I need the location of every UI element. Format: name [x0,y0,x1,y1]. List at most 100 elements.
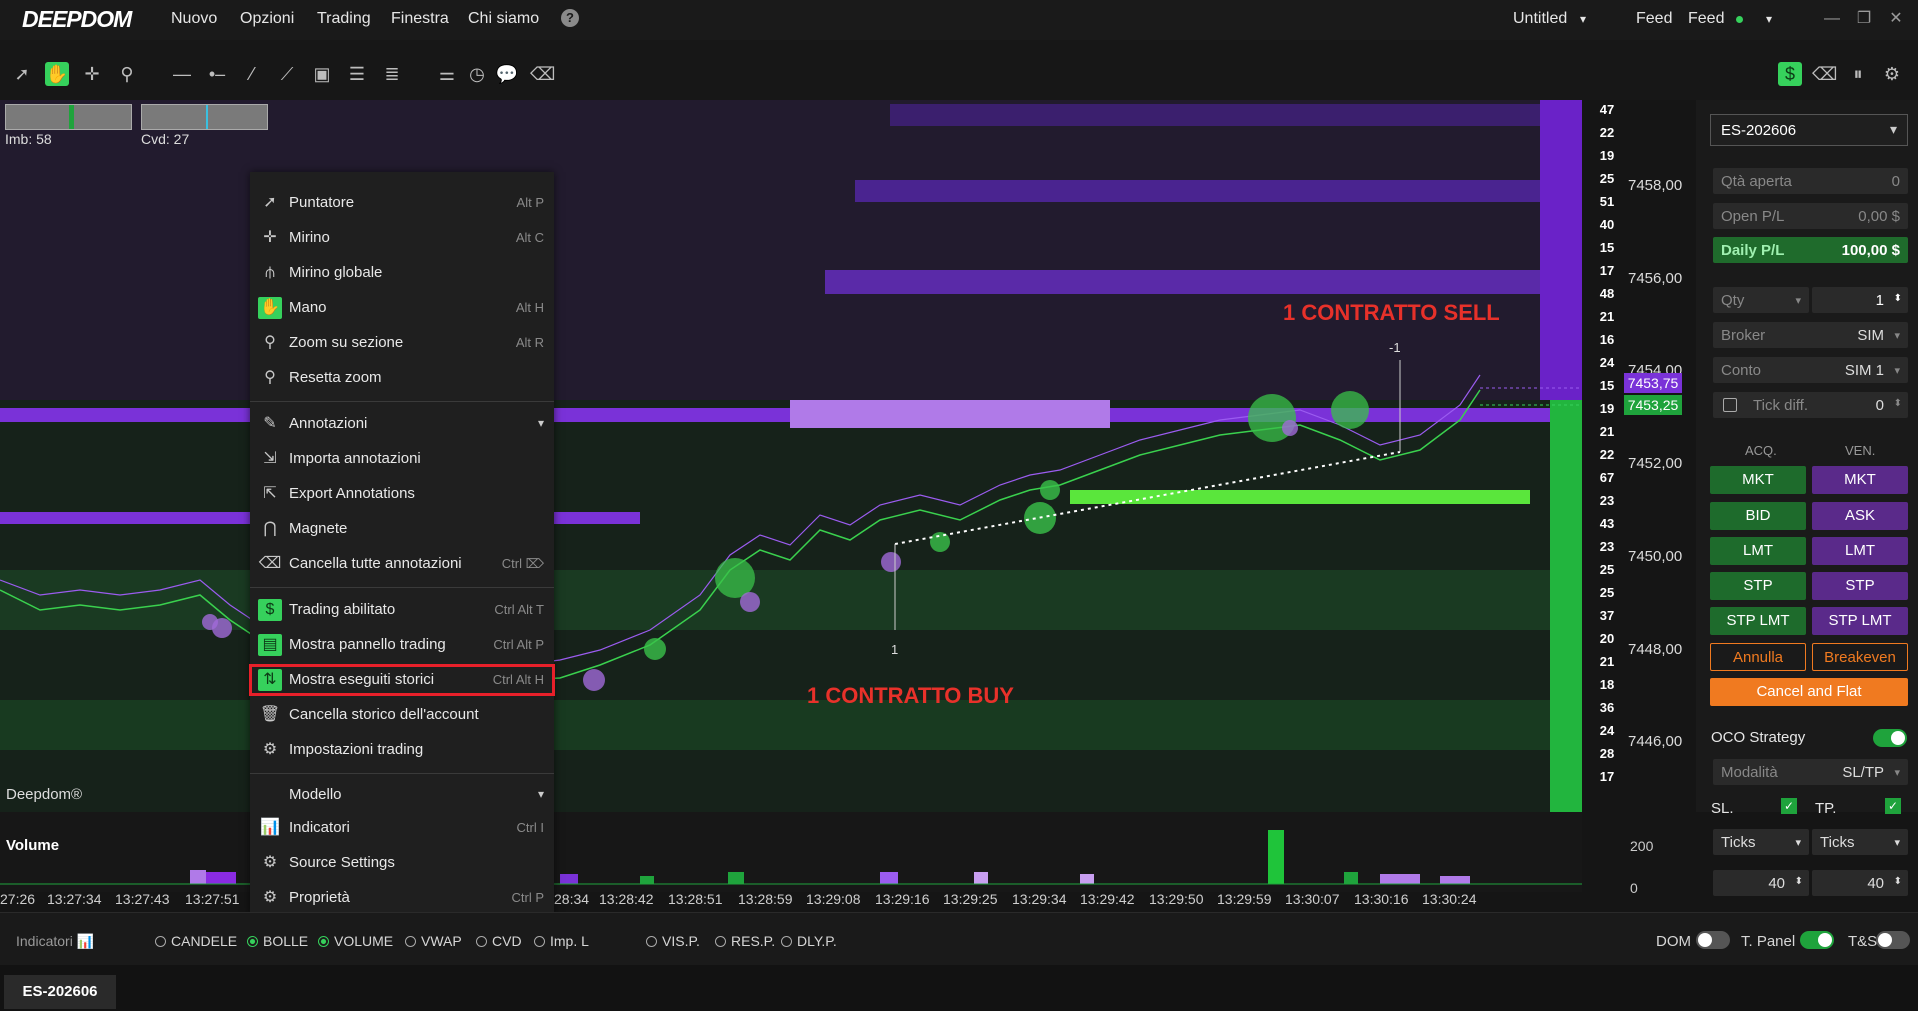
tpanel-toggle[interactable] [1800,931,1834,949]
pause-icon[interactable]: ⏸ [1846,62,1870,86]
menu-item-cancella-storico[interactable]: 🗑 Cancella storico dell'account [250,700,554,730]
sell-stp-lmt-button[interactable]: STP LMT [1812,607,1908,635]
menu-item-modello[interactable]: Modello ▾ [250,780,554,810]
buy-lmt-button[interactable]: LMT [1710,537,1806,565]
restore-icon[interactable]: ❐ [1852,7,1876,31]
annulla-button[interactable]: Annulla [1710,643,1806,671]
menu-chi-siamo[interactable]: Chi siamo [468,10,539,28]
tp-mode-select[interactable]: Ticks ▾ [1812,829,1908,855]
menu-item-mano[interactable]: ✋ Mano Alt H [250,293,554,323]
option-candele[interactable]: CANDELE [155,933,237,949]
eraser-icon[interactable]: ⌫ [530,62,555,86]
indicatori-button[interactable]: Indicatori 📊 [16,933,94,950]
buy-stp-button[interactable]: STP [1710,572,1806,600]
menu-item-impostazioni-trading[interactable]: ⚙ Impostazioni trading [250,735,554,765]
menu-item-resetta-zoom[interactable]: ⚲ Resetta zoom [250,363,554,393]
buy-bid-button[interactable]: BID [1710,502,1806,530]
chart-area[interactable] [0,100,1582,812]
settings-sliders-icon[interactable]: ⚌ [435,62,459,86]
sl-value-input[interactable]: 40 ⬍ [1713,870,1809,896]
qty-select[interactable]: Qty ▾ [1713,287,1809,313]
bid-volume: 18 [1599,677,1615,692]
sell-mkt-button[interactable]: MKT [1812,466,1908,494]
menu-item-export-annotations[interactable]: ⇱ Export Annotations [250,479,554,509]
segment-icon[interactable]: ⟋ [275,62,299,86]
option-dly-p[interactable]: DLY.P. [781,933,837,949]
tp-checkbox[interactable]: ✓ [1885,798,1901,814]
menu-item-proprieta[interactable]: ⚙ Proprietà Ctrl P [250,883,554,913]
comment-icon[interactable]: 💬 [495,62,519,86]
sl-checkbox[interactable]: ✓ [1781,798,1797,814]
menu-item-annotazioni[interactable]: ✎ Annotazioni ▾ [250,409,554,439]
close-icon[interactable]: ✕ [1884,7,1908,31]
menu-opzioni[interactable]: Opzioni [240,10,294,28]
buy-stp-lmt-button[interactable]: STP LMT [1710,607,1806,635]
modalita-select[interactable]: Modalità SL/TP ▾ [1713,759,1908,785]
option-res-p[interactable]: RES.P. [715,933,775,949]
annotation-sell[interactable]: 1 CONTRATTO SELL [1283,300,1500,326]
sell-stp-button[interactable]: STP [1812,572,1908,600]
option-bolle[interactable]: BOLLE [247,933,308,949]
zoom-icon[interactable]: ⚲ [115,62,139,86]
menu-item-importa-annotazioni[interactable]: ⇲ Importa annotazioni [250,444,554,474]
tab-es-202606[interactable]: ES-202606 [4,975,116,1009]
buy-mkt-button[interactable]: MKT [1710,466,1806,494]
pointer-icon[interactable]: ➚ [10,62,34,86]
menu-item-magnete[interactable]: ⋂ Magnete [250,514,554,544]
option-imp-l[interactable]: Imp. L [534,933,589,949]
context-menu: ➚ Puntatore Alt P ✛ Mirino Alt C ⫛ Mirino glo… [249,172,555,915]
menu-item-mostra-pannello[interactable]: ▤ Mostra pannello trading Ctrl Alt P [250,630,554,660]
ray-icon[interactable]: •– [205,62,229,86]
chevron-down-icon[interactable]: ▾ [1766,12,1772,26]
timer-icon[interactable]: ◷ [465,62,489,86]
workspace-name[interactable]: Untitled [1513,10,1567,28]
crosshair-icon[interactable]: ✛ [80,62,104,86]
option-vis-p[interactable]: VIS.P. [646,933,700,949]
menu-item-source-settings[interactable]: ⚙ Source Settings [250,848,554,878]
conto-select[interactable]: Conto SIM 1 ▾ [1713,357,1908,383]
menu-item-cancella-annotazioni[interactable]: ⌫ Cancella tutte annotazioni Ctrl ⌦ [250,549,554,579]
help-icon[interactable]: ? [561,9,579,27]
sl-mode-select[interactable]: Ticks ▾ [1713,829,1809,855]
bid-volume: 19 [1599,401,1615,416]
instrument-select[interactable]: ES-202606 ▾ [1710,114,1908,146]
sell-ask-button[interactable]: ASK [1812,502,1908,530]
option-volume[interactable]: VOLUME [318,933,393,949]
option-vwap[interactable]: VWAP [405,933,462,949]
breakeven-button[interactable]: Breakeven [1812,643,1908,671]
minimize-icon[interactable]: — [1820,7,1844,31]
menu-item-mostra-eseguiti[interactable]: ⇅ Mostra eseguiti storici Ctrl Alt H [249,664,555,696]
menu-item-zoom-sezione[interactable]: ⚲ Zoom su sezione Alt R [250,328,554,358]
menu-item-trading-abilitato[interactable]: $ Trading abilitato Ctrl Alt T [250,595,554,625]
chevron-down-icon[interactable]: ▾ [1580,12,1586,26]
ts-toggle[interactable] [1876,931,1910,949]
qty-input[interactable]: 1 ⬍ [1812,287,1908,313]
menu-item-puntatore[interactable]: ➚ Puntatore Alt P [250,188,554,218]
tick-diff-field[interactable]: Tick diff. 0 ⬍ [1713,392,1908,418]
trendline-icon[interactable]: ⁄ [240,62,264,86]
menu-nuovo[interactable]: Nuovo [171,10,217,28]
menu-trading[interactable]: Trading [317,10,371,28]
chevron-down-icon: ▾ [1795,837,1801,849]
tp-value-input[interactable]: 40 ⬍ [1812,870,1908,896]
eraser-icon[interactable]: ⌫ [1812,62,1837,86]
broker-select[interactable]: Broker SIM ▾ [1713,322,1908,348]
fib-icon[interactable]: ≣ [380,62,404,86]
dom-toggle[interactable] [1696,931,1730,949]
rectangle-icon[interactable]: ▣ [310,62,334,86]
dollar-icon[interactable]: $ [1778,62,1802,86]
menu-finestra[interactable]: Finestra [391,10,449,28]
menu-item-mirino-globale[interactable]: ⫛ Mirino globale [250,258,554,288]
hand-icon[interactable]: ✋ [45,62,69,86]
hline-icon[interactable]: — [170,62,194,86]
feed-status[interactable]: Feed [1688,10,1724,28]
channel-icon[interactable]: ☰ [345,62,369,86]
option-cvd[interactable]: CVD [476,933,522,949]
menu-item-mirino[interactable]: ✛ Mirino Alt C [250,223,554,253]
annotation-buy[interactable]: 1 CONTRATTO BUY [807,683,1014,709]
sell-lmt-button[interactable]: LMT [1812,537,1908,565]
oco-toggle[interactable] [1873,729,1907,747]
gear-icon[interactable]: ⚙ [1880,62,1904,86]
cancel-and-flat-button[interactable]: Cancel and Flat [1710,678,1908,706]
menu-item-indicatori[interactable]: 📊 Indicatori Ctrl I [250,813,554,843]
